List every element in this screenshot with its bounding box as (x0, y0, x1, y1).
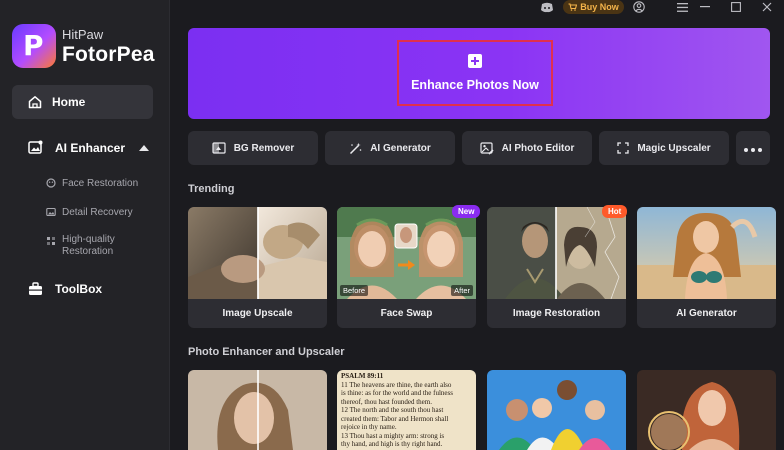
enhancer-card-portrait[interactable] (188, 370, 327, 450)
card-thumbnail (487, 370, 626, 450)
tool-label: AI Generator (370, 142, 431, 154)
upscale-icon (617, 142, 629, 154)
ai-photo-editor-button[interactable]: AI Photo Editor (462, 131, 592, 165)
maximize-icon[interactable] (729, 0, 743, 14)
enhancer-card-document[interactable]: PSALM 89:11 11 The heavens are thine, th… (337, 370, 476, 450)
card-caption: AI Generator (676, 308, 737, 319)
psalm-line: thy hand, and high is thy right hand. (341, 440, 443, 448)
close-icon[interactable] (760, 0, 774, 14)
psalm-line: is thine: as for the world and the fulne… (341, 389, 453, 397)
buy-now-button[interactable]: Buy Now (563, 0, 624, 14)
card-thumbnail: Before After (337, 207, 476, 299)
cart-icon (568, 3, 578, 11)
collapse-caret-icon[interactable] (139, 144, 150, 151)
discord-icon[interactable] (539, 0, 555, 14)
tool-label: BG Remover (233, 142, 295, 154)
enhancer-card-ai-portrait[interactable] (637, 370, 776, 450)
trending-title: Trending (188, 183, 235, 195)
sidebar-item-home[interactable]: Home (12, 85, 153, 119)
photo-edit-icon (480, 141, 494, 155)
magic-wand-icon (350, 142, 362, 154)
sidebar-item-ai-enhancer[interactable]: AI Enhancer (28, 140, 150, 155)
more-tools-button[interactable] (736, 131, 770, 165)
trending-card-image-restoration[interactable]: Image Restoration (487, 207, 626, 328)
image-icon (46, 207, 56, 217)
new-badge: New (452, 205, 481, 218)
toolbox-icon (29, 282, 42, 295)
psalm-line: PSALM 89:11 (341, 372, 384, 380)
tool-label: Magic Upscaler (637, 142, 711, 154)
card-thumbnail (637, 370, 776, 450)
ai-generator-button[interactable]: AI Generator (325, 131, 455, 165)
subitem-label: High-quality Restoration (62, 234, 115, 257)
sidebar-subitem-high-quality-restoration[interactable]: High-quality Restoration (46, 234, 152, 258)
plus-icon (468, 54, 482, 68)
bg-remover-icon (212, 142, 226, 154)
trending-card-image-upscale[interactable]: Image Upscale (188, 207, 327, 328)
subitem-label: Face Restoration (62, 178, 139, 189)
card-caption: Image Restoration (512, 308, 601, 319)
face-icon (46, 178, 56, 188)
card-thumbnail (188, 370, 327, 450)
hot-badge: Hot (602, 205, 628, 218)
trending-card-face-swap[interactable]: Before After Face Swap (337, 207, 476, 328)
home-icon (28, 96, 42, 109)
app-logo: P HitPaw FotorPea (12, 24, 155, 68)
fotorpea-logo-icon: P (12, 24, 56, 68)
sidebar-subitem-face-restoration[interactable]: Face Restoration (46, 178, 152, 190)
tool-label: AI Photo Editor (501, 142, 575, 154)
buy-now-label: Buy Now (580, 2, 619, 12)
enhance-photos-now-button[interactable]: Enhance Photos Now (397, 40, 553, 106)
before-tag: Before (340, 285, 369, 296)
more-dots-icon (743, 139, 764, 157)
app-window: P HitPaw FotorPea Home AI Enhancer Face … (0, 0, 784, 450)
psalm-line: created them: Tabor and Hermon shall (341, 414, 449, 423)
card-caption: Image Upscale (222, 308, 293, 319)
card-caption: Face Swap (380, 308, 433, 319)
photo-enhancer-section-title: Photo Enhancer and Upscaler (188, 346, 345, 358)
subitem-label: Detail Recovery (62, 207, 133, 218)
brand-name: HitPaw (62, 26, 104, 42)
sidebar: P HitPaw FotorPea Home AI Enhancer Face … (0, 0, 170, 450)
product-name: FotorPea (62, 42, 155, 66)
psalm-line: 13 Thou hast a mighty arm: strong is (341, 431, 445, 440)
sidebar-item-toolbox[interactable]: ToolBox (28, 282, 102, 296)
menu-icon[interactable] (675, 0, 689, 14)
enhance-hero-banner[interactable]: Enhance Photos Now (188, 28, 770, 119)
psalm-text: PSALM 89:11 11 The heavens are thine, th… (341, 372, 472, 449)
title-bar: Buy Now (170, 0, 784, 16)
ai-enhancer-icon (28, 140, 43, 154)
card-thumbnail (188, 207, 327, 299)
sidebar-item-label: AI Enhancer (55, 140, 126, 155)
psalm-line: rejoice in thy name. (341, 423, 397, 431)
psalm-line: thereof, thou hast founded them. (341, 397, 432, 406)
sidebar-item-label: Home (52, 95, 86, 109)
after-tag: After (451, 285, 473, 296)
magic-upscaler-button[interactable]: Magic Upscaler (599, 131, 729, 165)
enhance-photos-now-label: Enhance Photos Now (411, 78, 539, 92)
psalm-line: 11 The heavens are thine, the earth also (341, 380, 452, 389)
grid-icon (47, 237, 55, 245)
trending-card-ai-generator[interactable]: AI Generator (637, 207, 776, 328)
enhancer-card-group-photo[interactable] (487, 370, 626, 450)
user-icon[interactable] (632, 0, 646, 14)
sidebar-item-label: ToolBox (55, 282, 103, 296)
card-thumbnail (637, 207, 776, 299)
minimize-icon[interactable] (698, 0, 712, 14)
sidebar-subitem-detail-recovery[interactable]: Detail Recovery (46, 207, 152, 219)
psalm-line: 12 The north and the south thou hast (341, 406, 444, 414)
bg-remover-button[interactable]: BG Remover (188, 131, 318, 165)
card-thumbnail (487, 207, 626, 299)
